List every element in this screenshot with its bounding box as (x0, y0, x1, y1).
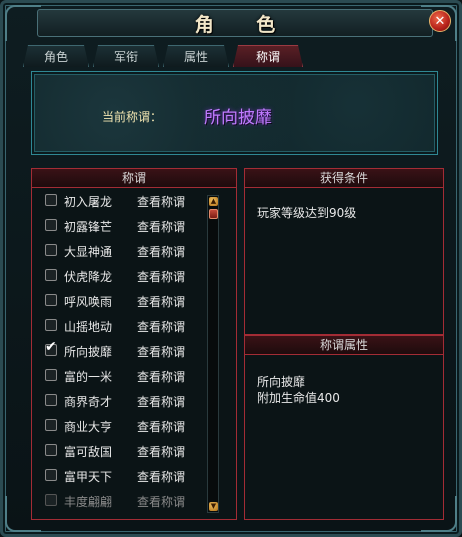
title-name: 初入屠龙 (64, 195, 113, 209)
title-checkbox[interactable] (45, 194, 57, 206)
view-title-link[interactable]: 查看称谓 (137, 443, 185, 460)
list-item: 商界奇才 查看称谓 (32, 388, 222, 413)
list-item: 初露锋芒 查看称谓 (32, 213, 222, 238)
list-item: 山摇地动 查看称谓 (32, 313, 222, 338)
tab-titles[interactable]: 称谓 (233, 45, 303, 67)
title-name: 富的一米 (64, 370, 113, 384)
list-item: 商业大亨 查看称谓 (32, 413, 222, 438)
frame-corner-ornament (5, 5, 41, 41)
tab-military-rank[interactable]: 军衔 (93, 45, 159, 67)
title-name: 商业大亨 (64, 420, 113, 434)
view-title-link[interactable]: 查看称谓 (137, 218, 185, 235)
attribute-title-name: 所向披靡 (257, 375, 306, 389)
title-name: 商界奇才 (64, 395, 113, 409)
list-item: 富甲天下 查看称谓 (32, 463, 222, 488)
view-title-link[interactable]: 查看称谓 (137, 293, 185, 310)
title-checkbox[interactable] (45, 494, 57, 506)
title-name: 富可敌国 (64, 445, 113, 459)
scrollbar[interactable]: ▲ ▼ (207, 195, 219, 513)
list-item: 丰度翩翩 查看称谓 (32, 488, 222, 513)
title-checkbox[interactable] (45, 369, 57, 381)
title-name: 富甲天下 (64, 470, 113, 484)
view-title-link[interactable]: 查看称谓 (137, 343, 185, 360)
list-item: 初入屠龙 查看称谓 (32, 188, 222, 213)
checkmark-icon: ✔ (45, 339, 57, 355)
title-name: 山摇地动 (64, 320, 113, 334)
arrow-up-icon[interactable]: ▲ (209, 197, 218, 206)
view-title-link[interactable]: 查看称谓 (137, 418, 185, 435)
title-list: 初入屠龙 查看称谓 初露锋芒 查看称谓 大显神通 查看称谓 伏虎降龙 查看称谓 呼风唤雨 查看称谓… (32, 188, 222, 513)
attribute-effect: 附加生命值400 (257, 391, 340, 405)
current-title-label: 当前称谓： (102, 110, 163, 124)
list-item: 富可敌国 查看称谓 (32, 438, 222, 463)
title-checkbox[interactable] (45, 244, 57, 256)
window-title: 角 色 (194, 13, 294, 36)
title-checkbox[interactable] (45, 269, 57, 281)
scroll-thumb[interactable] (209, 209, 218, 219)
window-title-bar[interactable]: 角 色 (37, 9, 433, 37)
title-name: 伏虎降龙 (64, 270, 113, 284)
title-checkbox[interactable] (45, 219, 57, 231)
title-checkbox[interactable] (45, 419, 57, 431)
view-title-link[interactable]: 查看称谓 (137, 243, 185, 260)
view-title-link[interactable]: 查看称谓 (137, 493, 185, 510)
view-title-link[interactable]: 查看称谓 (137, 368, 185, 385)
view-title-link[interactable]: 查看称谓 (137, 193, 185, 210)
close-button[interactable]: ✕ (429, 10, 451, 32)
title-checkbox[interactable] (45, 444, 57, 456)
list-item: 富的一米 查看称谓 (32, 363, 222, 388)
view-title-link[interactable]: 查看称谓 (137, 393, 185, 410)
tab-character[interactable]: 角色 (23, 45, 89, 67)
title-list-header: 称谓 (32, 169, 236, 188)
attributes-header: 称谓属性 (245, 336, 443, 355)
title-name: 初露锋芒 (64, 220, 113, 234)
conditions-header: 获得条件 (245, 169, 443, 188)
title-attributes-panel: 称谓属性 所向披靡 附加生命值400 (244, 335, 444, 520)
view-title-link[interactable]: 查看称谓 (137, 268, 185, 285)
conditions-text: 玩家等级达到90级 (257, 206, 357, 220)
title-list-panel: 称谓 初入屠龙 查看称谓 初露锋芒 查看称谓 大显神通 查看称谓 伏虎降龙 查看称谓 呼风唤雨查… (31, 168, 237, 520)
title-checkbox[interactable] (45, 294, 57, 306)
view-title-link[interactable]: 查看称谓 (137, 468, 185, 485)
list-item: 大显神通 查看称谓 (32, 238, 222, 263)
title-name: 所向披靡 (64, 345, 113, 359)
character-window: 角 色 ✕ 角色 军衔 属性 称谓 当前称谓： 所向披靡 称谓 初入屠龙 查看称谓… (0, 0, 462, 537)
arrow-down-icon[interactable]: ▼ (209, 502, 218, 511)
title-name: 呼风唤雨 (64, 295, 113, 309)
list-item: ✔ 所向披靡 查看称谓 (32, 338, 222, 363)
current-title-value: 所向披靡 (204, 108, 272, 128)
view-title-link[interactable]: 查看称谓 (137, 318, 185, 335)
title-checkbox[interactable] (45, 469, 57, 481)
title-checkbox[interactable]: ✔ (45, 340, 57, 356)
title-checkbox[interactable] (45, 394, 57, 406)
conditions-panel: 获得条件 玩家等级达到90级 (244, 168, 444, 335)
tab-attributes[interactable]: 属性 (163, 45, 229, 67)
close-icon: ✕ (434, 13, 446, 29)
title-checkbox[interactable] (45, 319, 57, 331)
list-item: 呼风唤雨 查看称谓 (32, 288, 222, 313)
current-title-panel: 当前称谓： 所向披靡 (31, 71, 438, 155)
list-item: 伏虎降龙 查看称谓 (32, 263, 222, 288)
title-name: 大显神通 (64, 245, 113, 259)
title-name: 丰度翩翩 (64, 495, 113, 509)
